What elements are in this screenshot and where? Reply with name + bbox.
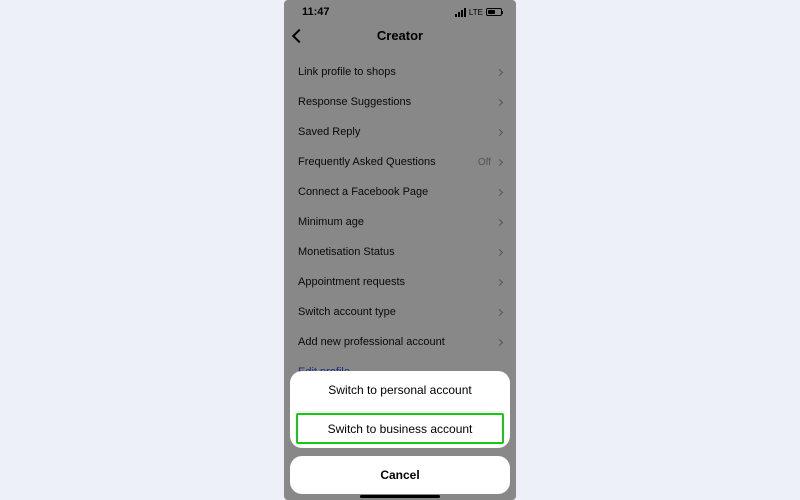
cancel-label: Cancel — [380, 468, 419, 482]
option-label: Switch to business account — [328, 422, 473, 436]
phone-frame: 11:47 LTE Creator Link profile to shops … — [284, 0, 516, 500]
option-label: Switch to personal account — [328, 383, 471, 397]
cancel-button[interactable]: Cancel — [290, 456, 510, 494]
option-switch-business[interactable]: Switch to business account — [294, 411, 506, 446]
action-sheet: Switch to personal account Switch to bus… — [290, 371, 510, 494]
option-switch-personal[interactable]: Switch to personal account — [290, 371, 510, 409]
home-indicator[interactable] — [360, 495, 440, 498]
action-sheet-options: Switch to personal account Switch to bus… — [290, 371, 510, 448]
